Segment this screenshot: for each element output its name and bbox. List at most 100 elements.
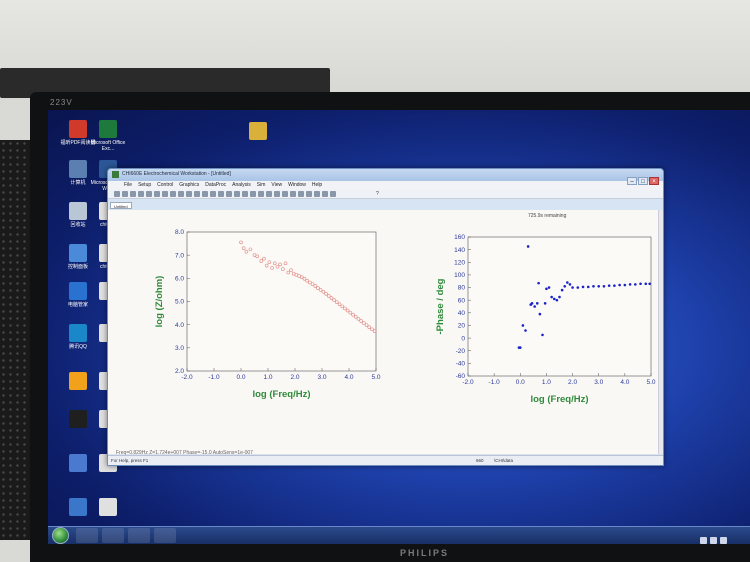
menu-help[interactable]: Help xyxy=(312,181,322,190)
x-tick-label: 5.0 xyxy=(646,379,655,386)
desktop-icon-glyph xyxy=(69,498,87,516)
window-titlebar[interactable]: CHI660E Electrochemical Workstation - [U… xyxy=(108,169,663,185)
data-point xyxy=(550,295,553,299)
toolbar-button[interactable] xyxy=(266,191,272,197)
toolbar-button[interactable] xyxy=(290,191,296,197)
toolbar-button[interactable] xyxy=(258,191,264,197)
toolbar-button[interactable] xyxy=(298,191,304,197)
menu-analysis[interactable]: Analysis xyxy=(232,181,251,190)
desktop-icon[interactable]: Microsoft Office Exc... xyxy=(88,120,128,152)
close-icon[interactable]: × xyxy=(649,177,659,185)
minimize-icon[interactable]: – xyxy=(627,177,637,185)
data-point xyxy=(644,282,648,286)
y-tick-label: 40 xyxy=(458,310,466,317)
toolbar-button[interactable] xyxy=(274,191,280,197)
menu-file[interactable]: File xyxy=(124,181,132,190)
y-tick-label: 6.0 xyxy=(175,276,184,283)
desktop-icon-glyph xyxy=(69,454,87,472)
toolbar-button[interactable] xyxy=(122,191,128,197)
toolbar-button[interactable] xyxy=(306,191,312,197)
toolbar-button[interactable] xyxy=(170,191,176,197)
app-icon xyxy=(112,171,119,178)
toolbar-button[interactable] xyxy=(314,191,320,197)
data-point xyxy=(634,283,637,286)
desktop-icon[interactable] xyxy=(238,122,278,142)
help-tool-label[interactable]: ? xyxy=(376,191,379,197)
toolbar-button[interactable] xyxy=(242,191,248,197)
x-tick-label: 1.0 xyxy=(263,374,272,381)
taskbar-explorer-button[interactable] xyxy=(102,528,124,543)
toolbar-button[interactable] xyxy=(218,191,224,197)
data-point xyxy=(563,284,567,288)
x-tick-label: 2.0 xyxy=(568,379,577,386)
data-point xyxy=(628,283,632,286)
toolbar-button[interactable] xyxy=(234,191,240,197)
taskbar-app-button[interactable] xyxy=(154,528,176,543)
menu-sim[interactable]: Sim xyxy=(257,181,266,190)
taskbar-media-button[interactable] xyxy=(128,528,150,543)
data-point xyxy=(639,282,642,286)
y-tick-label: 8.0 xyxy=(175,229,184,236)
desktop-icon-glyph xyxy=(69,160,87,178)
desktop-icon-label: 腾讯QQ xyxy=(69,344,87,350)
toolbar-button[interactable] xyxy=(130,191,136,197)
y-tick-label: -60 xyxy=(456,373,466,380)
toolbar-button[interactable] xyxy=(138,191,144,197)
y-tick-label: 2.0 xyxy=(175,368,184,375)
x-tick-label: 0.0 xyxy=(236,374,245,381)
data-point xyxy=(618,283,621,287)
toolbar-button[interactable] xyxy=(114,191,120,197)
toolbar-button[interactable] xyxy=(154,191,160,197)
start-button[interactable] xyxy=(52,527,69,544)
menu-dataproc[interactable]: DataProc xyxy=(205,181,226,190)
network-icon[interactable] xyxy=(700,537,707,544)
toolbar-button[interactable] xyxy=(250,191,256,197)
monitor-brand: PHILIPS xyxy=(400,548,450,558)
bode-plots: -2.0 -1.0 0.0 1.0 2.0 3.0 4.0 5.02.03.04.05.06.… xyxy=(154,229,656,405)
chi-app-window: CHI660E Electrochemical Workstation - [U… xyxy=(107,168,664,466)
taskbar xyxy=(48,526,750,544)
clock-icon[interactable] xyxy=(720,537,727,544)
y-tick-label: 5.0 xyxy=(175,299,184,306)
x-tick-label: 0.0 xyxy=(516,379,525,386)
toolbar-button[interactable] xyxy=(322,191,328,197)
taskbar-ie-button[interactable] xyxy=(76,528,98,543)
toolbar-button[interactable] xyxy=(210,191,216,197)
data-point xyxy=(541,333,544,337)
statusbar: For Help, press F1 660 \CHI\data xyxy=(108,455,663,465)
toolbar-button[interactable] xyxy=(146,191,152,197)
toolbar-button[interactable] xyxy=(226,191,232,197)
data-point xyxy=(560,288,564,292)
volume-icon[interactable] xyxy=(710,537,717,544)
x-tick-label: -1.0 xyxy=(208,374,220,381)
y-tick-label: 20 xyxy=(458,323,466,330)
toolbar-button[interactable] xyxy=(194,191,200,197)
menu-control[interactable]: Control xyxy=(157,181,173,190)
data-point xyxy=(566,281,569,284)
menu-graphics[interactable]: Graphics xyxy=(179,181,199,190)
desktop-icon-glyph xyxy=(99,498,117,516)
data-point xyxy=(607,284,611,287)
system-tray xyxy=(700,531,744,544)
vertical-scrollbar[interactable] xyxy=(658,210,663,454)
y-tick-label: 100 xyxy=(454,272,465,279)
document-tab[interactable]: Untitled xyxy=(110,202,132,209)
menu-setup[interactable]: Setup xyxy=(138,181,151,190)
x-tick-label: -1.0 xyxy=(489,379,501,386)
maximize-icon[interactable]: □ xyxy=(638,177,648,185)
desktop-icon[interactable] xyxy=(88,498,128,518)
toolbar-button[interactable] xyxy=(202,191,208,197)
toolbar-button[interactable] xyxy=(186,191,192,197)
data-point xyxy=(533,305,536,308)
toolbar-button[interactable] xyxy=(162,191,168,197)
toolbar-button[interactable] xyxy=(282,191,288,197)
menu-view[interactable]: View xyxy=(271,181,282,190)
toolbar-button[interactable] xyxy=(178,191,184,197)
toolbar-button[interactable] xyxy=(330,191,336,197)
desktop-icon-label: Microsoft Office Exc... xyxy=(90,140,126,152)
data-point xyxy=(576,286,580,289)
desktop-icon-glyph xyxy=(99,120,117,138)
menu-window[interactable]: Window xyxy=(288,181,306,190)
y-axis-label: log (Z/ohm) xyxy=(154,276,165,328)
data-point xyxy=(538,312,542,316)
